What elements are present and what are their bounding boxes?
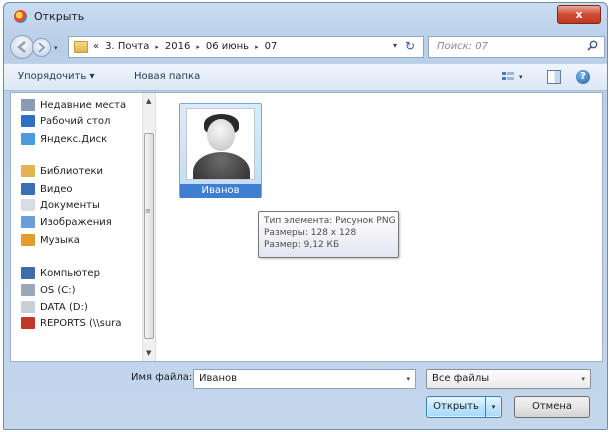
filename-dropdown-icon[interactable]: ▾ [406, 375, 410, 383]
drive-c-icon [21, 284, 35, 296]
nav-item-label: Музыка [40, 234, 80, 246]
command-bar: Упорядочить ▾ Новая папка ▾ ? [4, 63, 607, 91]
forward-arrow-icon [38, 42, 46, 53]
drive-d-icon [21, 301, 35, 313]
nav-item-label: OS (C:) [40, 284, 76, 296]
file-name-label: Иванов [180, 184, 261, 198]
main-area: Недавние места Рабочий стол Яндекс.Диск Биб… [10, 92, 603, 362]
refresh-icon[interactable]: ↻ [401, 39, 419, 55]
folder-icon [74, 41, 88, 53]
recent-places-icon [21, 99, 35, 111]
nav-item-label: Документы [40, 199, 100, 211]
documents-icon [21, 199, 35, 211]
dialog-footer: Имя файла: Иванов ▾ Все файлы ▾ Открыть … [4, 363, 607, 429]
computer-icon [21, 267, 35, 279]
nav-item[interactable]: Документы [21, 197, 100, 213]
open-file-dialog: Открыть x ▾ « 3. Почта ▸ 2016 ▸ 06 июнь … [3, 2, 608, 430]
breadcrumb-item[interactable]: 2016 [165, 41, 190, 52]
scroll-down-icon[interactable]: ▼ [146, 349, 151, 357]
desktop-icon [21, 115, 35, 127]
open-options-dropdown-icon[interactable]: ▾ [485, 397, 501, 417]
address-dropdown-icon[interactable]: ▾ [393, 41, 397, 50]
filename-label: Имя файла: [131, 372, 193, 383]
nav-item[interactable]: Рабочий стол [21, 113, 110, 129]
pictures-icon [21, 216, 35, 228]
cancel-button[interactable]: Отмена [514, 396, 590, 418]
nav-item-label: Рабочий стол [40, 115, 111, 127]
address-bar[interactable]: « 3. Почта ▸ 2016 ▸ 06 июнь ▸ 07 ▾ ↻ [68, 36, 424, 58]
nav-item[interactable]: Компьютер [21, 265, 100, 281]
breadcrumb-overflow[interactable]: « [93, 41, 99, 52]
nav-item[interactable]: Изображения [21, 214, 112, 230]
navigation-pane: Недавние места Рабочий стол Яндекс.Диск Биб… [11, 93, 156, 361]
breadcrumb-item[interactable]: 07 [265, 41, 278, 52]
view-options-icon[interactable] [501, 70, 515, 84]
nav-scrollbar[interactable]: ▲ ≡ ▼ [142, 93, 155, 361]
close-button[interactable]: x [557, 5, 601, 24]
breadcrumb-separator-icon[interactable]: ▸ [155, 43, 159, 51]
file-info-tooltip: Тип элемента: Рисунок PNG Размеры: 128 x… [258, 211, 399, 258]
scroll-up-icon[interactable]: ▲ [146, 97, 151, 105]
window-title: Открыть [34, 10, 85, 23]
nav-item[interactable]: Музыка [21, 232, 80, 248]
file-item[interactable]: Иванов [179, 103, 262, 198]
open-button-label[interactable]: Открыть [427, 397, 485, 417]
nav-item[interactable]: Библиотеки [21, 163, 103, 179]
scroll-grip-icon: ≡ [145, 207, 151, 215]
back-button[interactable] [10, 35, 34, 59]
music-icon [21, 234, 35, 246]
new-folder-button[interactable]: Новая папка [134, 71, 200, 82]
search-icon[interactable] [587, 40, 598, 51]
nav-item-label: Компьютер [40, 267, 100, 279]
organize-button[interactable]: Упорядочить ▾ [18, 71, 94, 82]
nav-item[interactable]: OS (C:) [21, 282, 76, 298]
breadcrumb-item[interactable]: 06 июнь [206, 41, 249, 52]
nav-item-label: REPORTS (\\sura [40, 317, 122, 329]
breadcrumb: « 3. Почта ▸ 2016 ▸ 06 июнь ▸ 07 [93, 41, 277, 52]
filename-value[interactable]: Иванов [199, 373, 237, 384]
file-type-select[interactable]: Все файлы ▾ [426, 369, 591, 389]
tooltip-line: Размер: 9,12 КБ [264, 240, 340, 250]
title-bar[interactable]: Открыть x [4, 3, 607, 31]
history-buttons: ▾ [10, 35, 64, 59]
avatar-head [207, 119, 235, 151]
avatar-body [193, 152, 250, 179]
forward-button[interactable] [32, 38, 51, 57]
tooltip-line: Тип элемента: Рисунок PNG [264, 216, 396, 226]
back-arrow-icon [17, 41, 26, 53]
network-drive-icon [21, 317, 35, 329]
tooltip-line: Размеры: 128 x 128 [264, 228, 357, 238]
nav-item-label: Библиотеки [40, 165, 104, 177]
search-input[interactable]: Поиск: 07 [437, 41, 488, 52]
nav-item-label: Яндекс.Диск [40, 133, 108, 145]
breadcrumb-item[interactable]: 3. Почта [105, 41, 149, 52]
cloud-icon [21, 133, 35, 145]
open-button[interactable]: Открыть ▾ [426, 396, 502, 418]
nav-item[interactable]: Яндекс.Диск [21, 131, 107, 147]
app-icon [14, 10, 27, 23]
nav-item[interactable]: REPORTS (\\sura [21, 315, 121, 331]
preview-pane-icon[interactable] [547, 70, 561, 84]
navigation-bar: ▾ « 3. Почта ▸ 2016 ▸ 06 июнь ▸ 07 ▾ ↻ П… [4, 31, 607, 63]
nav-item-label: Видео [40, 183, 73, 195]
nav-item-label: Недавние места [40, 99, 127, 111]
nav-item[interactable]: Недавние места [21, 97, 126, 113]
user-avatar-thumbnail [186, 108, 255, 180]
libraries-icon [21, 165, 35, 177]
scroll-thumb[interactable] [144, 133, 154, 339]
nav-item-label: DATA (D:) [40, 301, 88, 313]
file-type-dropdown-icon[interactable]: ▾ [581, 375, 585, 383]
help-icon[interactable]: ? [576, 70, 590, 84]
breadcrumb-separator-icon[interactable]: ▸ [196, 43, 200, 51]
recent-pages-dropdown[interactable]: ▾ [54, 44, 58, 52]
search-box[interactable]: Поиск: 07 [428, 36, 605, 58]
breadcrumb-separator-icon[interactable]: ▸ [255, 43, 259, 51]
nav-item[interactable]: DATA (D:) [21, 299, 88, 315]
file-type-value[interactable]: Все файлы [432, 373, 489, 384]
nav-item-label: Изображения [40, 216, 112, 228]
video-icon [21, 183, 35, 195]
filename-input[interactable]: Иванов ▾ [193, 369, 416, 389]
view-dropdown-icon[interactable]: ▾ [519, 73, 523, 81]
nav-item[interactable]: Видео [21, 181, 73, 197]
